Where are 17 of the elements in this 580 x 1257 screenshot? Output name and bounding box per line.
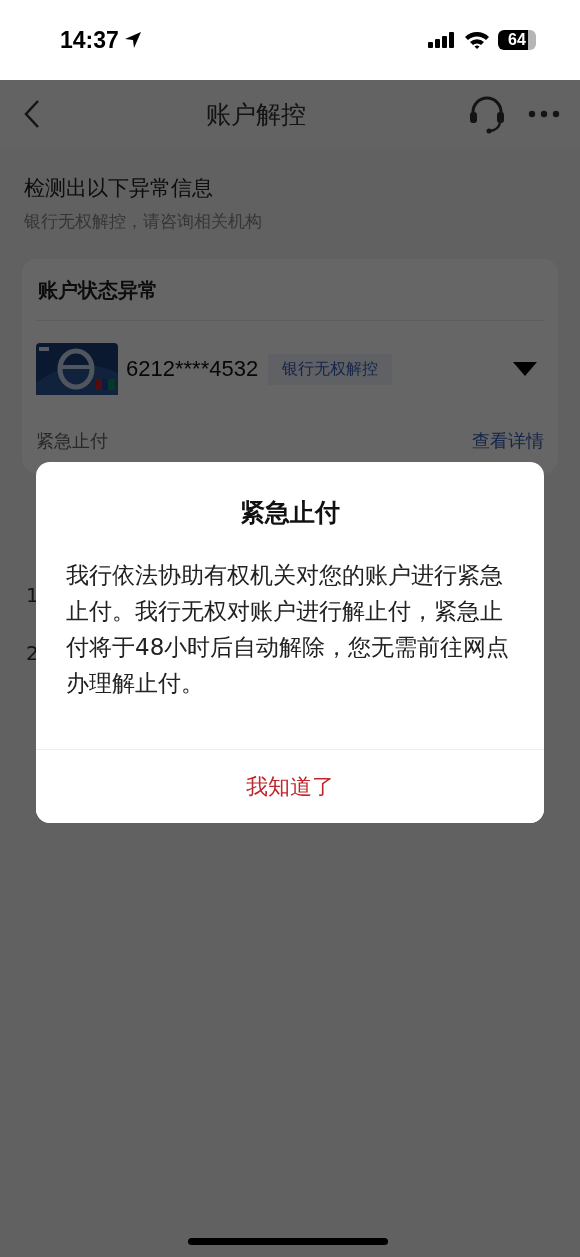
wifi-icon <box>464 30 490 50</box>
status-tag: 银行无权解控 <box>268 353 393 385</box>
note-text: 1 <box>26 585 39 605</box>
confirm-button[interactable]: 我知道了 <box>36 749 544 823</box>
battery-indicator: 64 <box>498 30 536 50</box>
dropdown-caret-icon[interactable] <box>512 361 538 377</box>
status-label: 紧急止付 <box>36 429 108 453</box>
dialog-message: 我行依法协助有权机关对您的账户进行紧急止付。我行无权对账户进行解止付，紧急止付将于48小时后自动解除，您无需前往网点办理解止付。 <box>66 561 511 698</box>
status-time: 14:37 <box>60 26 119 54</box>
card-title: 账户状态异常 <box>36 259 544 321</box>
card-number: 6212****4532 <box>126 356 259 382</box>
more-icon[interactable] <box>528 110 560 118</box>
notice-title: 检测出以下异常信息 <box>24 175 214 202</box>
signal-icon <box>428 30 456 50</box>
headset-icon[interactable] <box>468 94 506 134</box>
dialog-title: 紧急止付 <box>240 497 340 529</box>
page-title: 账户解控 <box>206 98 306 131</box>
